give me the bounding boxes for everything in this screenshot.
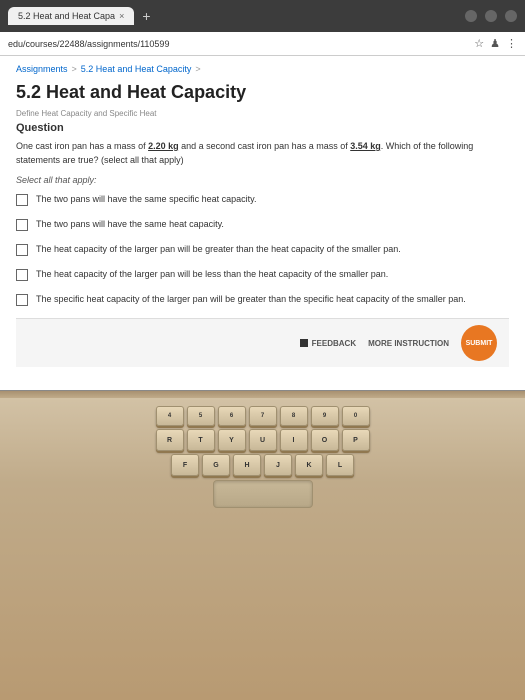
address-icons: ☆ ♟ ⋮ — [474, 37, 517, 50]
key-8[interactable]: 8 — [280, 406, 308, 426]
key-0[interactable]: 0 — [342, 406, 370, 426]
browser-controls — [465, 10, 517, 22]
tab-add-btn[interactable]: + — [138, 8, 154, 24]
key-U[interactable]: U — [249, 429, 277, 451]
key-9[interactable]: 9 — [311, 406, 339, 426]
browser-tab[interactable]: 5.2 Heat and Heat Capa × — [8, 7, 134, 25]
question-text: One cast iron pan has a mass of 2.20 kg … — [16, 140, 509, 167]
question-text-part2: and a second cast iron pan has a mass of — [179, 141, 351, 151]
menu-icon[interactable]: ⋮ — [506, 37, 517, 50]
submit-label: SUBMIT — [466, 340, 493, 347]
checkbox-2[interactable] — [16, 219, 28, 231]
more-instruction-button[interactable]: MORE INSTRUCTION — [368, 339, 449, 348]
key-K[interactable]: K — [295, 454, 323, 476]
answer-text-5: The specific heat capacity of the larger… — [36, 293, 466, 306]
profile-icon[interactable]: ♟ — [490, 37, 500, 50]
num-key-row: 4 5 6 7 8 9 0 — [10, 406, 515, 426]
close-btn[interactable] — [505, 10, 517, 22]
answer-text-1: The two pans will have the same specific… — [36, 193, 256, 206]
answer-option-2[interactable]: The two pans will have the same heat cap… — [16, 218, 509, 231]
address-text: edu/courses/22488/assignments/110599 — [8, 39, 169, 49]
answer-option-5[interactable]: The specific heat capacity of the larger… — [16, 293, 509, 306]
key-Y[interactable]: Y — [218, 429, 246, 451]
trackpad[interactable] — [213, 480, 313, 508]
page-title: 5.2 Heat and Heat Capacity — [16, 82, 509, 103]
breadcrumb-current[interactable]: 5.2 Heat and Heat Capacity — [81, 64, 192, 74]
checkbox-5[interactable] — [16, 294, 28, 306]
question-text-part1: One cast iron pan has a mass of — [16, 141, 148, 151]
laptop-hinge — [0, 390, 525, 398]
address-bar[interactable]: edu/courses/22488/assignments/110599 ☆ ♟… — [0, 32, 525, 56]
mass1: 2.20 kg — [148, 141, 179, 151]
answer-text-4: The heat capacity of the larger pan will… — [36, 268, 388, 281]
key-O[interactable]: O — [311, 429, 339, 451]
answer-text-2: The two pans will have the same heat cap… — [36, 218, 224, 231]
key-J[interactable]: J — [264, 454, 292, 476]
star-icon[interactable]: ☆ — [474, 37, 484, 50]
page-content: Assignments > 5.2 Heat and Heat Capacity… — [0, 56, 525, 390]
answer-option-1[interactable]: The two pans will have the same specific… — [16, 193, 509, 206]
key-R[interactable]: R — [156, 429, 184, 451]
key-P[interactable]: P — [342, 429, 370, 451]
minimize-btn[interactable] — [465, 10, 477, 22]
laptop-screen: 5.2 Heat and Heat Capa × + edu/courses/2… — [0, 0, 525, 390]
breadcrumb: Assignments > 5.2 Heat and Heat Capacity… — [16, 64, 509, 74]
feedback-button[interactable]: FEEDBACK — [300, 339, 356, 348]
keyboard-area: 4 5 6 7 8 9 0 R T Y U I O P F G H J K L — [0, 398, 525, 512]
feedback-icon — [300, 339, 308, 347]
laptop-body: 4 5 6 7 8 9 0 R T Y U I O P F G H J K L — [0, 390, 525, 700]
breadcrumb-sep1: > — [72, 64, 77, 74]
key-F[interactable]: F — [171, 454, 199, 476]
browser-chrome: 5.2 Heat and Heat Capa × + — [0, 0, 525, 32]
breadcrumb-assignments[interactable]: Assignments — [16, 64, 68, 74]
key-6[interactable]: 6 — [218, 406, 246, 426]
answer-option-3[interactable]: The heat capacity of the larger pan will… — [16, 243, 509, 256]
tab-close-btn[interactable]: × — [119, 11, 124, 21]
key-G[interactable]: G — [202, 454, 230, 476]
submit-button[interactable]: SUBMIT — [461, 325, 497, 361]
subtitle: Define Heat Capacity and Specific Heat — [16, 109, 509, 118]
maximize-btn[interactable] — [485, 10, 497, 22]
select-all-label: Select all that apply: — [16, 175, 509, 185]
mass2: 3.54 kg — [350, 141, 381, 151]
feedback-label: FEEDBACK — [312, 339, 356, 348]
key-T[interactable]: T — [187, 429, 215, 451]
key-H[interactable]: H — [233, 454, 261, 476]
key-4[interactable]: 4 — [156, 406, 184, 426]
checkbox-1[interactable] — [16, 194, 28, 206]
question-label: Question — [16, 122, 509, 134]
trackpad-area — [10, 480, 515, 508]
checkbox-3[interactable] — [16, 244, 28, 256]
breadcrumb-sep2: > — [195, 64, 200, 74]
checkbox-4[interactable] — [16, 269, 28, 281]
key-L[interactable]: L — [326, 454, 354, 476]
key-7[interactable]: 7 — [249, 406, 277, 426]
answer-option-4[interactable]: The heat capacity of the larger pan will… — [16, 268, 509, 281]
tab-title: 5.2 Heat and Heat Capa — [18, 11, 115, 21]
bottom-action-bar: FEEDBACK MORE INSTRUCTION SUBMIT — [16, 318, 509, 367]
letter-row-2: F G H J K L — [10, 454, 515, 476]
key-I[interactable]: I — [280, 429, 308, 451]
answer-text-3: The heat capacity of the larger pan will… — [36, 243, 401, 256]
key-5[interactable]: 5 — [187, 406, 215, 426]
letter-row-1: R T Y U I O P — [10, 429, 515, 451]
